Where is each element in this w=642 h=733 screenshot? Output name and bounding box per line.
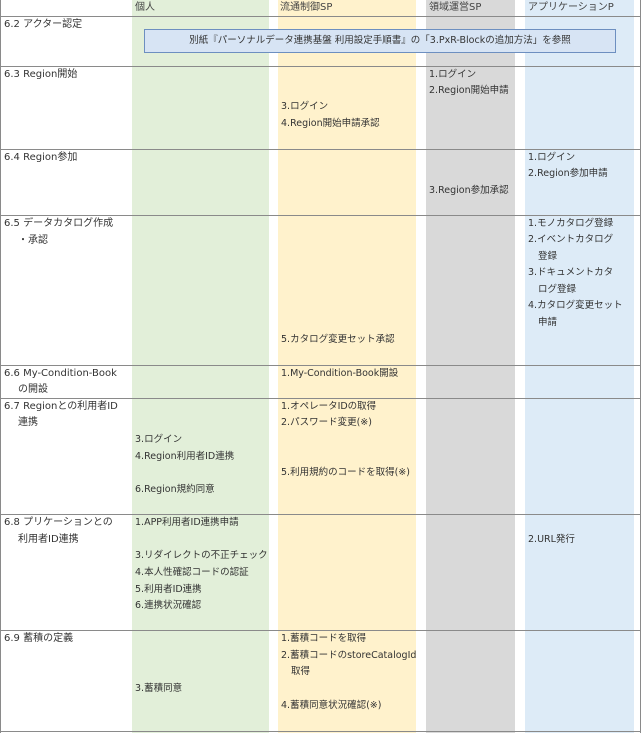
row-label-6-9: 6.9 蓄積の定義 xyxy=(4,633,74,644)
header-individual: 個人 xyxy=(135,2,155,13)
row-label-6-2: 6.2 アクター認定 xyxy=(4,19,83,30)
grid-line-right xyxy=(640,0,641,733)
step-text: 3.ドキュメントカタ xyxy=(528,267,614,278)
step-text: 6.Region規約同意 xyxy=(135,484,215,495)
column-individual-bg xyxy=(132,0,269,733)
step-text: 1.モノカタログ登録 xyxy=(528,218,614,229)
grid-line-left xyxy=(0,0,1,733)
row-label-6-6-cont: の開設 xyxy=(18,384,48,395)
header-distribution: 流通制御SP xyxy=(280,2,333,13)
step-text: 5.利用者ID連携 xyxy=(135,584,202,595)
step-text: 4.カタログ変更セット xyxy=(528,300,623,311)
step-text: 1.APP利用者ID連携申請 xyxy=(135,517,239,528)
step-text: 5.利用規約のコードを取得(※) xyxy=(281,467,410,478)
step-text: 4.蓄積同意状況確認(※) xyxy=(281,700,382,711)
step-text: 4.Region利用者ID連携 xyxy=(135,451,235,462)
step-text: 4.本人性確認コードの認証 xyxy=(135,567,249,578)
row-label-6-5-cont: ・承認 xyxy=(18,235,48,246)
grid-line xyxy=(0,16,641,17)
step-text: 2.Region開始申請 xyxy=(429,85,509,96)
step-text: 1.蓄積コードを取得 xyxy=(281,633,367,644)
step-text: 1.ログイン xyxy=(528,152,576,163)
step-text: 1.オペレータIDの取得 xyxy=(281,401,377,412)
column-app-bg xyxy=(525,0,634,733)
row-label-6-3: 6.3 Region開始 xyxy=(4,69,78,80)
step-text: 2.イベントカタログ xyxy=(528,234,614,245)
header-region: 領域運営SP xyxy=(429,2,482,13)
step-text: 3.ログイン xyxy=(135,434,183,445)
row-label-6-6: 6.6 My-Condition-Book xyxy=(4,368,117,379)
step-text: 2.パスワード変更(※) xyxy=(281,417,372,428)
row-label-6-5: 6.5 データカタログ作成 xyxy=(4,218,114,229)
row-label-6-8: 6.8 プリケーションとの xyxy=(4,517,113,528)
header-app: アプリケーションP xyxy=(528,2,614,13)
row-label-6-8-cont: 利用者ID連携 xyxy=(18,534,79,545)
step-text: 6.連携状況確認 xyxy=(135,600,202,611)
step-text: 2.Region参加申請 xyxy=(528,168,608,179)
step-text: 申請 xyxy=(538,317,558,328)
reference-banner: 別紙『パーソナルデータ連携基盤 利用設定手順書』の「3.PxR-Blockの追加… xyxy=(144,29,616,53)
step-text: 登録 xyxy=(538,251,558,262)
step-text: 3.リダイレクトの不正チェック xyxy=(135,550,268,561)
spreadsheet: 個人 流通制御SP 領域運営SP アプリケーションP 6.2 アクター認定 別紙… xyxy=(0,0,642,733)
step-text: ログ登録 xyxy=(538,284,577,295)
row-label-6-7-cont: 連携 xyxy=(18,417,38,428)
row-label-6-7: 6.7 Regionとの利用者ID xyxy=(4,401,118,412)
step-text: 2.URL発行 xyxy=(528,534,575,545)
step-text: 1.My-Condition-Book開設 xyxy=(281,368,399,379)
step-text: 3.ログイン xyxy=(281,101,329,112)
step-text: 3.蓄積同意 xyxy=(135,683,183,694)
step-text: 取得 xyxy=(291,666,311,677)
row-label-6-4: 6.4 Region参加 xyxy=(4,152,78,163)
step-text: 5.カタログ変更セット承認 xyxy=(281,334,395,345)
step-text: 1.ログイン xyxy=(429,69,477,80)
grid-line xyxy=(0,66,641,67)
step-text: 2.蓄積コードのstoreCatalogId xyxy=(281,650,417,661)
step-text: 4.Region開始申請承認 xyxy=(281,118,380,129)
column-region-bg xyxy=(426,0,515,733)
step-text: 3.Region参加承認 xyxy=(429,185,509,196)
grid-line xyxy=(0,731,641,732)
